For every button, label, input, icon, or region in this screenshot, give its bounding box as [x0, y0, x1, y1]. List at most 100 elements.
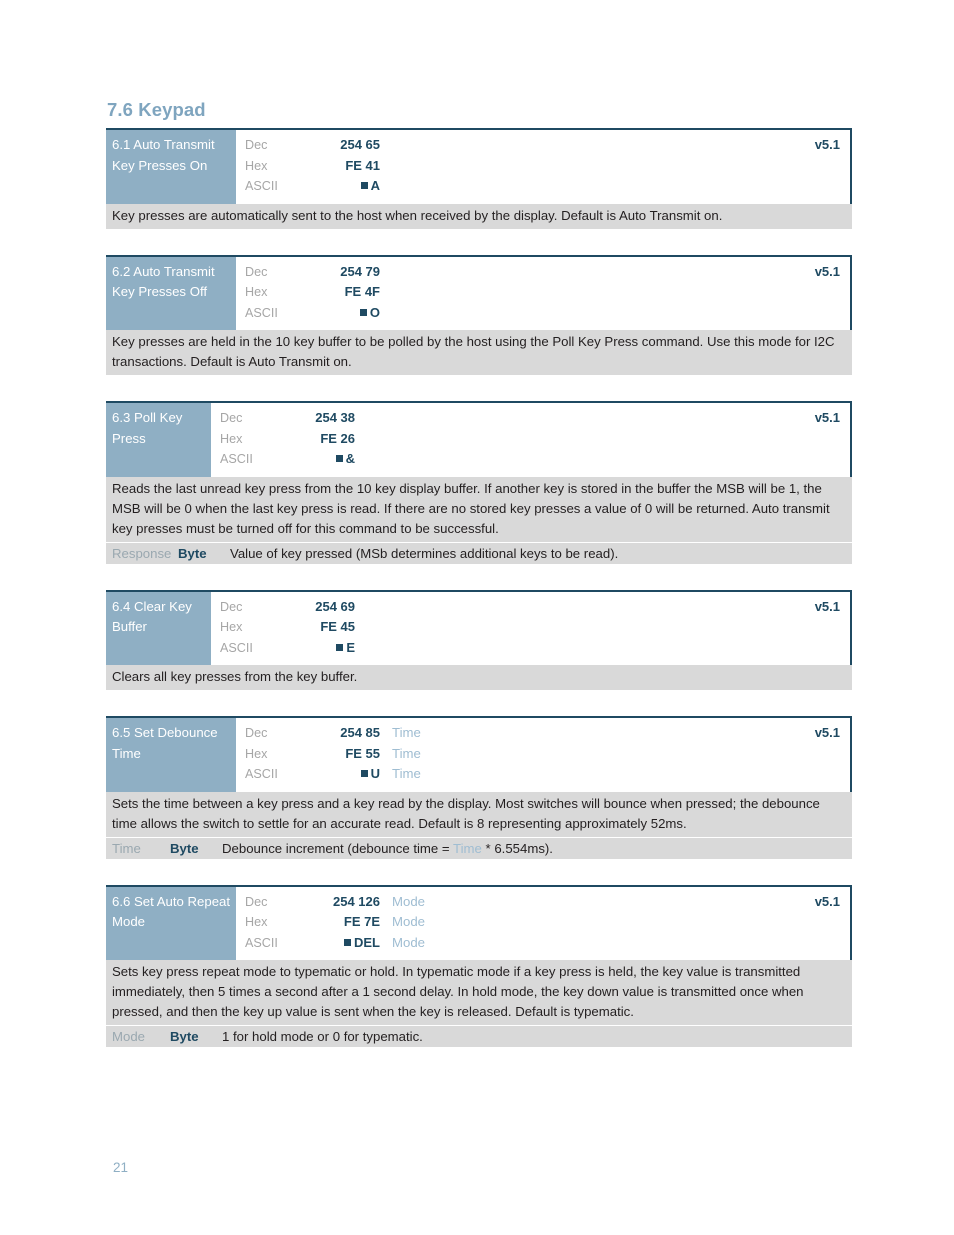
- filled-square-icon: [359, 308, 367, 316]
- code-format-label: ASCII: [245, 935, 278, 950]
- code-format-label: ASCII: [245, 305, 278, 320]
- code-row: ASCII DEL Mode: [236, 933, 850, 954]
- page-number: 21: [113, 1160, 129, 1175]
- command-codes: Dec 254 85 Time Hex FE 55 Time ASCII U Time v5.1: [236, 718, 852, 792]
- code-parameter-label: Mode: [392, 934, 425, 950]
- command-codes: Dec 254 69 Hex FE 45 ASCII Ev5.1: [211, 591, 852, 666]
- code-value: FE 4F: [344, 284, 380, 300]
- parameter-description: 1 for hold mode or 0 for typematic.: [222, 1029, 423, 1045]
- command-header: 6.2 Auto Transmit Key Presses Off Dec 254 …: [106, 254, 852, 331]
- code-value: 254 69: [315, 598, 355, 614]
- code-row: ASCII E: [211, 638, 850, 659]
- code-value: O: [294, 303, 380, 324]
- code-row: ASCII A: [236, 176, 850, 197]
- command-block: 6.3 Poll Key Press Dec 254 38 Hex FE 26 ASCII…: [106, 401, 852, 564]
- firmware-version-badge: v5.1: [814, 893, 840, 909]
- command-header: 6.3 Poll Key Press Dec 254 38 Hex FE 26 ASCII…: [106, 401, 852, 477]
- code-value: 254 38: [315, 410, 355, 426]
- code-format-label: Dec: [245, 726, 268, 741]
- code-value-text: U: [370, 766, 380, 782]
- command-block: 6.4 Clear Key Buffer Dec 254 69 Hex FE 45 ASC…: [106, 589, 852, 691]
- code-format-label: Hex: [245, 915, 268, 930]
- code-format-label: Dec: [245, 894, 268, 909]
- code-value-text: A: [370, 178, 380, 194]
- code-row: ASCII U Time: [236, 764, 850, 785]
- parameter-row: Response Byte Value of key pressed (MSb de…: [106, 542, 852, 564]
- code-row: Dec 254 65: [236, 135, 850, 156]
- code-value: 254 65: [340, 137, 380, 153]
- code-format-label: Dec: [220, 599, 243, 614]
- code-parameter-label: Time: [392, 745, 421, 761]
- code-row: Hex FE 4F: [236, 282, 850, 303]
- code-value: A: [294, 176, 380, 197]
- command-header: 6.1 Auto Transmit Key Presses On Dec 254 6…: [106, 128, 852, 204]
- filled-square-icon: [360, 770, 368, 778]
- command-codes: Dec 254 79 Hex FE 4F ASCII Ov5.1: [236, 256, 852, 331]
- code-value-text: E: [346, 639, 355, 655]
- code-format-label: Hex: [220, 620, 243, 635]
- command-title: 6.2 Auto Transmit Key Presses Off: [106, 256, 236, 331]
- filled-square-icon: [360, 182, 368, 190]
- code-format-label: ASCII: [245, 179, 278, 194]
- command-block: 6.1 Auto Transmit Key Presses On Dec 254 6…: [106, 128, 852, 229]
- code-parameter-label: Time: [392, 766, 421, 782]
- code-format-label: ASCII: [245, 767, 278, 782]
- command-header: 6.6 Set Auto Repeat Mode Dec 254 126 Mode He…: [106, 884, 852, 961]
- parameter-name: Mode: [112, 1029, 145, 1045]
- command-description: Key presses are automatically sent to th…: [106, 203, 852, 229]
- parameter-description-post: * 6.554ms).: [481, 840, 553, 856]
- filled-square-icon: [344, 938, 351, 946]
- command-title: 6.5 Set Debounce Time: [106, 718, 236, 792]
- command-title: 6.4 Clear Key Buffer: [106, 591, 211, 666]
- code-value-text: &: [345, 451, 355, 467]
- command-description: Sets key press repeat mode to typematic …: [106, 960, 852, 1026]
- parameter-row: Time Byte Debounce increment (debounce tim…: [106, 837, 852, 859]
- firmware-version-badge: v5.1: [814, 410, 840, 426]
- code-value: FE 7E: [343, 914, 380, 930]
- code-format-label: Hex: [245, 285, 268, 300]
- page-content: 7.6 Keypad 6.1 Auto Transmit Key Presses…: [106, 99, 852, 1073]
- parameter-size: Byte: [170, 840, 199, 856]
- code-value-text: DEL: [354, 934, 380, 950]
- code-row: Dec 254 85 Time: [236, 723, 850, 744]
- code-value: FE 41: [345, 157, 380, 173]
- firmware-version-badge: v5.1: [814, 725, 840, 741]
- code-row: Dec 254 38: [211, 408, 850, 429]
- command-description: Sets the time between a key press and a …: [106, 791, 852, 837]
- code-format-label: Dec: [245, 138, 268, 153]
- code-row: Dec 254 79: [236, 262, 850, 283]
- code-value: DEL: [294, 933, 380, 954]
- code-row: Hex FE 55 Time: [236, 744, 850, 765]
- code-row: ASCII O: [236, 303, 850, 324]
- command-codes: Dec 254 126 Mode Hex FE 7E Mode ASCII DEL Mode v5…: [236, 886, 852, 961]
- code-value: &: [269, 449, 355, 470]
- code-parameter-label: Time: [392, 725, 421, 741]
- code-value: 254 79: [340, 263, 380, 279]
- firmware-version-badge: v5.1: [814, 263, 840, 279]
- command-header: 6.5 Set Debounce Time Dec 254 85 Time Hex FE …: [106, 716, 852, 792]
- code-format-label: ASCII: [220, 640, 253, 655]
- command-title: 6.3 Poll Key Press: [106, 403, 211, 477]
- code-format-label: Dec: [245, 264, 268, 279]
- command-block: 6.2 Auto Transmit Key Presses Off Dec 254 …: [106, 254, 852, 376]
- firmware-version-badge: v5.1: [814, 598, 840, 614]
- code-format-label: Hex: [220, 431, 243, 446]
- code-value: E: [269, 638, 355, 659]
- code-format-label: ASCII: [220, 452, 253, 467]
- section-heading: 7.6 Keypad: [107, 99, 206, 120]
- command-block: 6.5 Set Debounce Time Dec 254 85 Time Hex FE …: [106, 716, 852, 859]
- code-value: FE 55: [345, 745, 380, 761]
- code-value: FE 45: [320, 619, 355, 635]
- code-row: Hex FE 26: [211, 429, 850, 450]
- command-block: 6.6 Set Auto Repeat Mode Dec 254 126 Mode He…: [106, 884, 852, 1048]
- code-value-text: O: [369, 304, 380, 320]
- filled-square-icon: [335, 455, 343, 463]
- code-value: 254 85: [340, 725, 380, 741]
- parameter-size: Byte: [170, 1029, 199, 1045]
- command-codes: Dec 254 65 Hex FE 41 ASCII Av5.1: [236, 130, 852, 204]
- code-row: Hex FE 41: [236, 156, 850, 177]
- command-description: Clears all key presses from the key buff…: [106, 665, 852, 691]
- command-description: Key presses are held in the 10 key buffe…: [106, 330, 852, 376]
- code-value: U: [294, 764, 380, 785]
- parameter-name: Response: [112, 545, 172, 561]
